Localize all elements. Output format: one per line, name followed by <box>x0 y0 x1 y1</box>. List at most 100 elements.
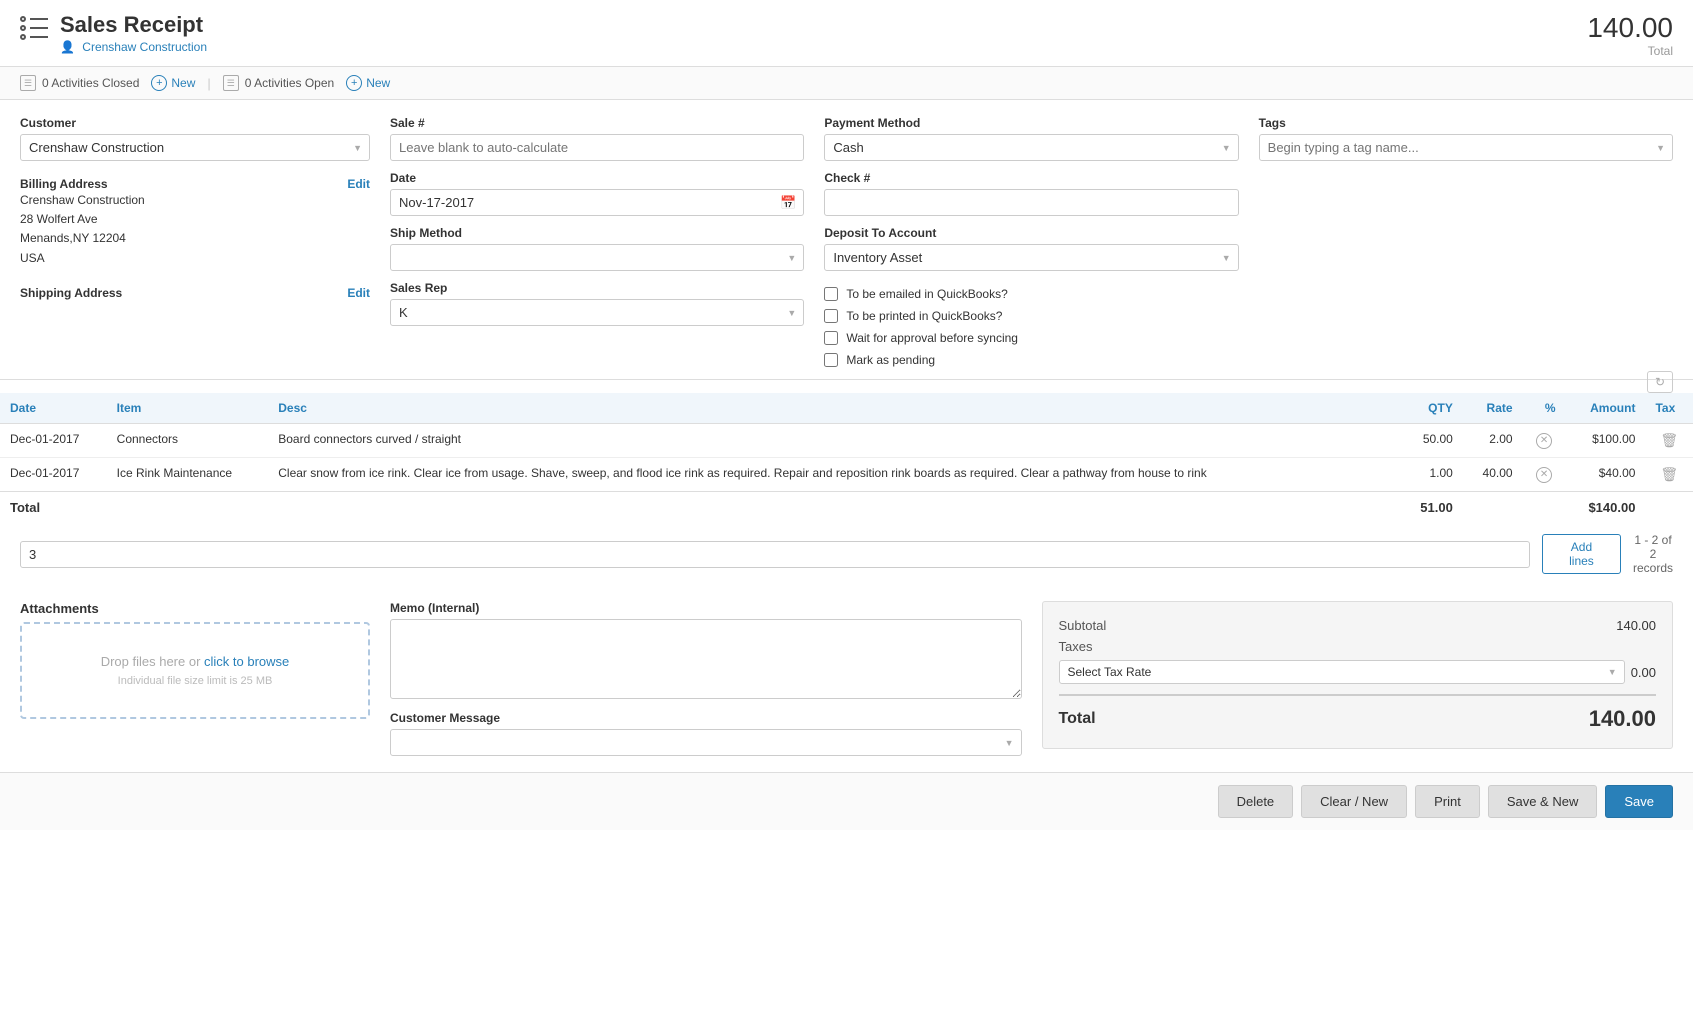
customer-message-select[interactable] <box>390 729 1022 756</box>
customer-label: Customer <box>20 116 370 130</box>
clear-new-button[interactable]: Clear / New <box>1301 785 1407 818</box>
row-desc: Clear snow from ice rink. Clear ice from… <box>268 458 1400 492</box>
closed-activities: ☰ 0 Activities Closed <box>20 75 139 91</box>
plus-icon-2: + <box>346 75 362 91</box>
row-pct: ✕ <box>1523 458 1566 492</box>
sale-input[interactable] <box>390 134 804 161</box>
form-section: Customer Crenshaw Construction Billing A… <box>0 100 1693 379</box>
col-header-pct: % <box>1523 393 1566 424</box>
total-label: Total <box>1587 44 1673 58</box>
line-icon2 <box>30 27 48 29</box>
table-row: Dec-01-2017 Ice Rink Maintenance Clear s… <box>0 458 1693 492</box>
grand-total-label: Total <box>1059 710 1096 728</box>
tags-label: Tags <box>1259 116 1673 130</box>
save-button[interactable]: Save <box>1605 785 1673 818</box>
refresh-button[interactable]: ↻ <box>1647 371 1673 393</box>
delete-button[interactable]: Delete <box>1218 785 1294 818</box>
tax-select-wrapper: Select Tax Rate 0.00 <box>1059 660 1657 684</box>
table-row: Dec-01-2017 Connectors Board connectors … <box>0 424 1693 458</box>
total-label-cell: Total <box>0 492 107 524</box>
browse-link[interactable]: click to browse <box>204 654 289 669</box>
checkbox-approval-input[interactable] <box>824 331 838 345</box>
sales-rep-field: Sales Rep K <box>390 281 804 326</box>
row-delete: 🗑 <box>1645 458 1693 492</box>
billing-edit[interactable]: Edit <box>347 177 370 191</box>
deposit-select[interactable]: Inventory Asset <box>824 244 1238 271</box>
nav-icon <box>20 16 48 40</box>
attachments-label: Attachments <box>20 601 370 616</box>
col-header-amount: Amount <box>1566 393 1646 424</box>
checkbox-approval[interactable]: Wait for approval before syncing <box>824 331 1238 345</box>
subtotal-label: Subtotal <box>1059 618 1107 633</box>
row-rate: 40.00 <box>1463 458 1523 492</box>
payment-method-select[interactable]: Cash <box>824 134 1238 161</box>
header-left: Sales Receipt 👤 Crenshaw Construction <box>20 12 207 54</box>
customer-message-label: Customer Message <box>390 711 1022 725</box>
tags-input[interactable] <box>1259 134 1673 161</box>
delete-row-button[interactable]: 🗑 <box>1660 432 1678 449</box>
row-qty: 50.00 <box>1400 424 1463 458</box>
total-tax-empty <box>1645 492 1693 524</box>
print-button[interactable]: Print <box>1415 785 1480 818</box>
header-total: 140.00 Total <box>1587 12 1673 58</box>
plus-icon-1: + <box>151 75 167 91</box>
closed-count: 0 Activities Closed <box>42 76 139 90</box>
shipping-edit[interactable]: Edit <box>347 286 370 300</box>
percent-icon[interactable]: ✕ <box>1536 433 1552 449</box>
checkbox-print-input[interactable] <box>824 309 838 323</box>
totals-col: Subtotal 140.00 Taxes Select Tax Rate 0.… <box>1042 601 1674 756</box>
check-input[interactable] <box>824 189 1238 216</box>
ship-method-select[interactable] <box>390 244 804 271</box>
grand-total-row: Total 140.00 <box>1059 694 1657 732</box>
checkbox-email-input[interactable] <box>824 287 838 301</box>
breadcrumb[interactable]: 👤 Crenshaw Construction <box>60 40 207 54</box>
memo-textarea[interactable] <box>390 619 1022 699</box>
ship-method-label: Ship Method <box>390 226 804 240</box>
date-label: Date <box>390 171 804 185</box>
records-info: 1 - 2 of 2 records <box>1633 533 1673 575</box>
lines-count-input[interactable] <box>20 541 1530 568</box>
tax-rate-select[interactable]: Select Tax Rate <box>1059 660 1625 684</box>
attachments-drop-zone[interactable]: Drop files here or click to browse Indiv… <box>20 622 370 719</box>
bottom-section: Attachments Drop files here or click to … <box>0 585 1693 772</box>
add-lines-button[interactable]: Add lines <box>1542 534 1621 574</box>
closed-icon: ☰ <box>20 75 36 91</box>
delete-row-button[interactable]: 🗑 <box>1660 466 1678 483</box>
total-empty-1 <box>107 492 269 524</box>
checkbox-pending-label: Mark as pending <box>846 353 935 367</box>
breadcrumb-link[interactable]: Crenshaw Construction <box>82 40 207 54</box>
save-new-button[interactable]: Save & New <box>1488 785 1598 818</box>
percent-icon[interactable]: ✕ <box>1536 467 1552 483</box>
date-input[interactable] <box>390 189 804 216</box>
sales-rep-select[interactable]: K <box>390 299 804 326</box>
total-empty-2 <box>268 492 1400 524</box>
addr-line-1: Crenshaw Construction <box>20 191 370 210</box>
new-activity-button-1[interactable]: + New <box>151 75 195 91</box>
new-label-2: New <box>366 76 390 90</box>
row-delete: 🗑 <box>1645 424 1693 458</box>
check-num-label: Check # <box>824 171 1238 185</box>
total-amount-cell: $140.00 <box>1566 492 1646 524</box>
customer-select[interactable]: Crenshaw Construction <box>20 134 370 161</box>
checkbox-print[interactable]: To be printed in QuickBooks? <box>824 309 1238 323</box>
col-header-desc: Desc <box>268 393 1400 424</box>
table-header-row: Date Item Desc QTY Rate % Amount Tax <box>0 393 1693 424</box>
line-items-table-wrapper: Date Item Desc QTY Rate % Amount Tax Dec… <box>0 380 1693 523</box>
new-activity-button-2[interactable]: + New <box>346 75 390 91</box>
bullet-icon2 <box>20 25 26 31</box>
line-items-section: Date Item Desc QTY Rate % Amount Tax Dec… <box>0 379 1693 523</box>
checkbox-pending[interactable]: Mark as pending <box>824 353 1238 367</box>
checkbox-group: To be emailed in QuickBooks? To be print… <box>824 287 1238 367</box>
ship-method-field: Ship Method <box>390 226 804 271</box>
subtotal-value: 140.00 <box>1616 618 1656 633</box>
checkbox-pending-input[interactable] <box>824 353 838 367</box>
col-header-item: Item <box>107 393 269 424</box>
total-amount: 140.00 <box>1587 12 1673 44</box>
row-pct: ✕ <box>1523 424 1566 458</box>
row-item: Ice Rink Maintenance <box>107 458 269 492</box>
footer-buttons: Delete Clear / New Print Save & New Save <box>0 772 1693 830</box>
sale-label: Sale # <box>390 116 804 130</box>
col-payment: Payment Method Cash Check # Deposit To A… <box>824 116 1238 367</box>
add-lines-row: Add lines 1 - 2 of 2 records <box>0 523 1693 585</box>
checkbox-email[interactable]: To be emailed in QuickBooks? <box>824 287 1238 301</box>
